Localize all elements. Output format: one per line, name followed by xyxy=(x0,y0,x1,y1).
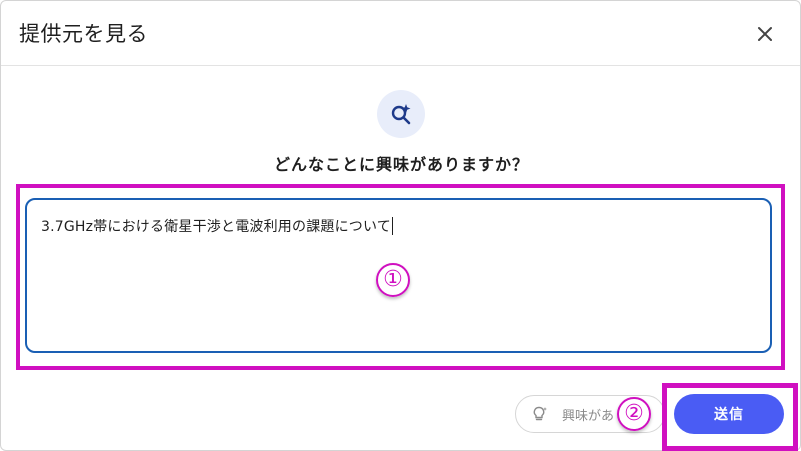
annotation-marker-1: ① xyxy=(376,263,410,297)
send-button[interactable]: 送信 xyxy=(674,394,784,434)
close-button[interactable] xyxy=(750,19,780,49)
dialog-title: 提供元を見る xyxy=(19,22,148,46)
text-caret xyxy=(391,217,393,235)
lightbulb-icon xyxy=(533,406,547,421)
interest-input-text: 3.7GHz帯における衛星干渉と電波利用の課題について xyxy=(41,219,391,235)
dialog-header: 提供元を見る xyxy=(1,1,800,66)
sparkle-search-icon xyxy=(391,104,411,125)
interest-suggestion-label: 興味があ xyxy=(562,408,615,424)
sparkle-search-badge xyxy=(377,90,425,138)
annotation-marker-2: ② xyxy=(617,397,651,431)
interest-question: どんなことに興味がありますか？ xyxy=(273,155,529,174)
close-icon xyxy=(758,27,772,41)
